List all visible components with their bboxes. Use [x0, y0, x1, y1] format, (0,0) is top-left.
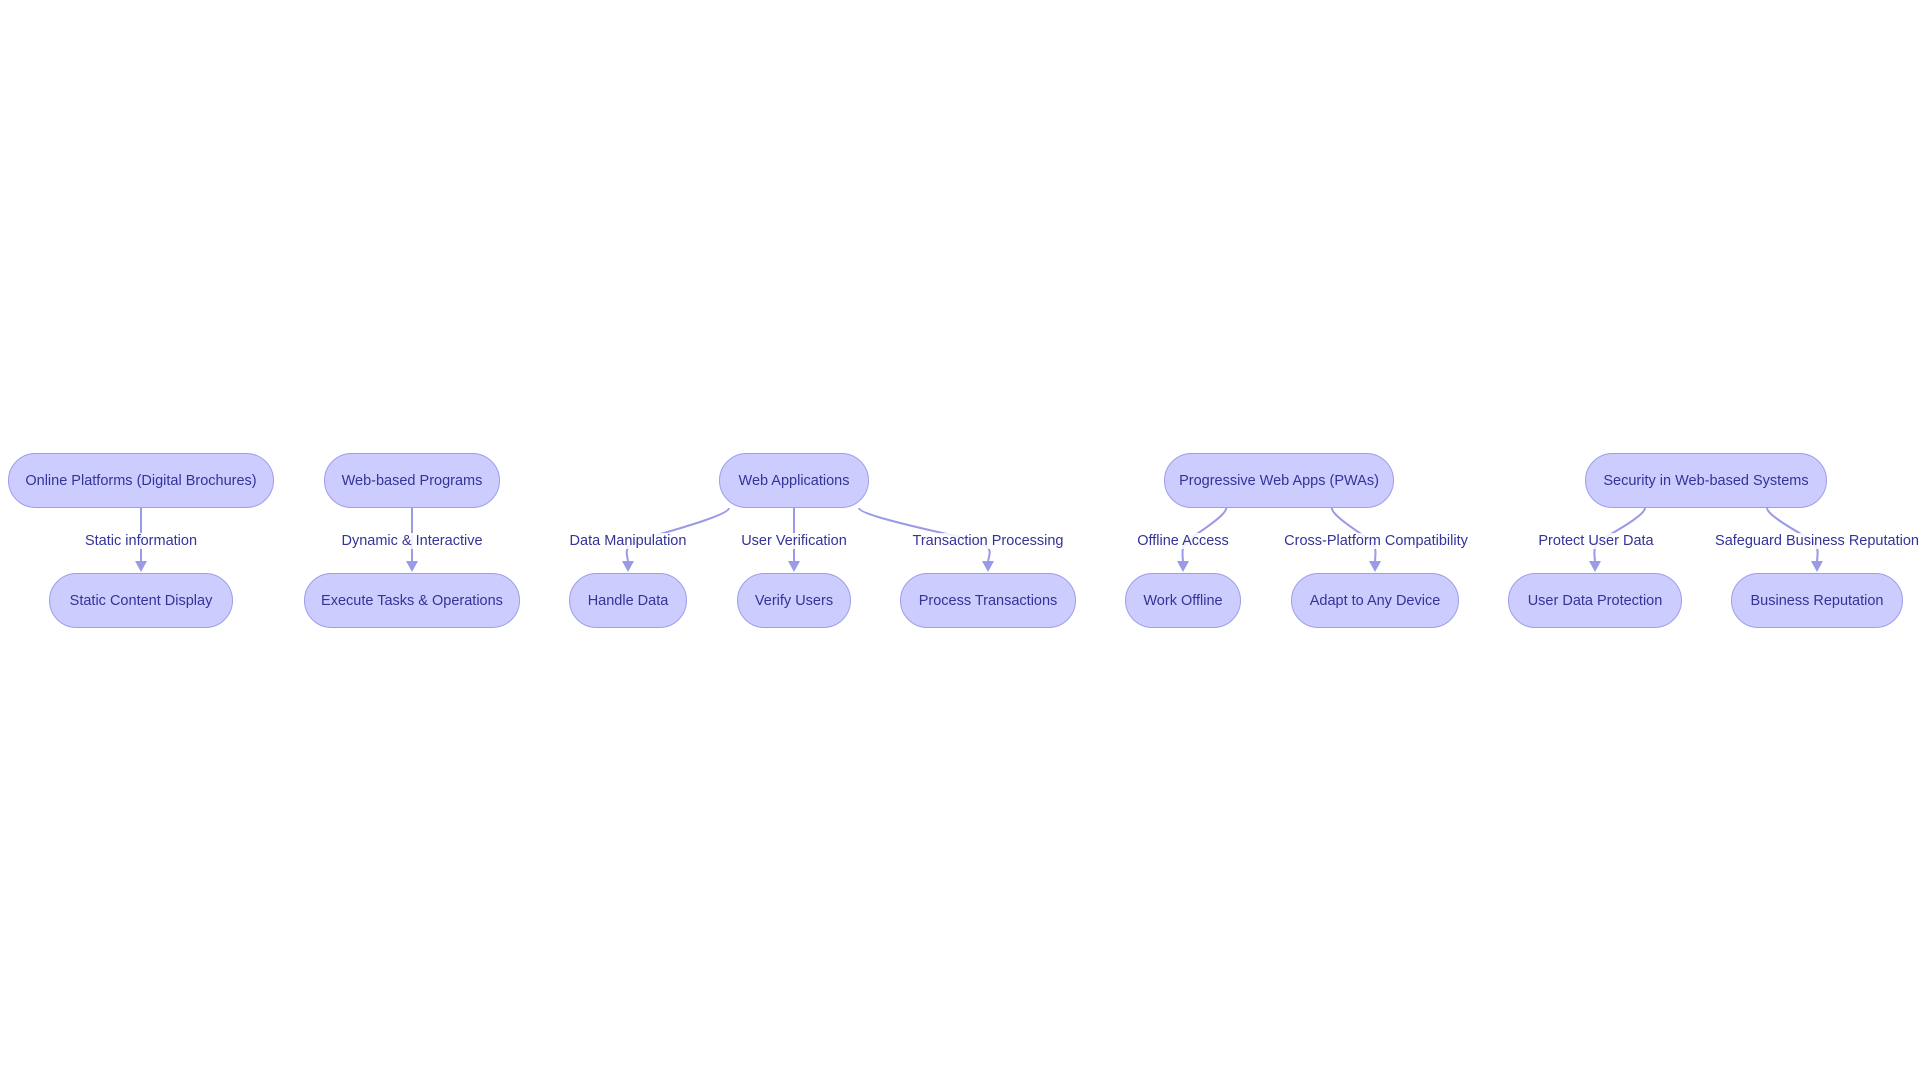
- arrowhead-icon: [982, 561, 994, 572]
- arrowhead-icon: [1177, 561, 1189, 572]
- node-label: User Data Protection: [1527, 592, 1663, 609]
- node-label: Business Reputation: [1750, 592, 1884, 609]
- node-label: Web Applications: [738, 472, 850, 489]
- node-pwas[interactable]: Progressive Web Apps (PWAs): [1164, 453, 1394, 508]
- node-security[interactable]: Security in Web-based Systems: [1585, 453, 1827, 508]
- node-online-platforms[interactable]: Online Platforms (Digital Brochures): [8, 453, 274, 508]
- arrowhead-icon: [1369, 561, 1381, 572]
- edge-label-static-information: Static information: [83, 533, 199, 549]
- node-label: Web-based Programs: [341, 472, 483, 489]
- arrowhead-icon: [622, 561, 634, 572]
- node-label: Handle Data: [587, 592, 669, 609]
- diagram-canvas: Online Platforms (Digital Brochures) Sta…: [0, 0, 1920, 1080]
- node-static-content-display[interactable]: Static Content Display: [49, 573, 233, 628]
- edge-label-user-verification: User Verification: [740, 533, 848, 549]
- node-verify-users[interactable]: Verify Users: [737, 573, 851, 628]
- edge-label-transaction-processing: Transaction Processing: [911, 533, 1065, 549]
- edge-label-protect-user-data: Protect User Data: [1537, 533, 1655, 549]
- node-label: Verify Users: [754, 592, 834, 609]
- node-business-reputation[interactable]: Business Reputation: [1731, 573, 1903, 628]
- arrowhead-icon: [1811, 561, 1823, 572]
- node-adapt-to-any-device[interactable]: Adapt to Any Device: [1291, 573, 1459, 628]
- edge-label-safeguard-reputation: Safeguard Business Reputation: [1714, 533, 1920, 549]
- node-label: Process Transactions: [918, 592, 1058, 609]
- node-label: Work Offline: [1143, 592, 1223, 609]
- node-label: Execute Tasks & Operations: [321, 592, 503, 609]
- node-label: Adapt to Any Device: [1309, 592, 1441, 609]
- arrowhead-icon: [788, 561, 800, 572]
- node-label: Online Platforms (Digital Brochures): [25, 472, 257, 489]
- node-web-applications[interactable]: Web Applications: [719, 453, 869, 508]
- edge-label-offline-access: Offline Access: [1136, 533, 1230, 549]
- node-user-data-protection[interactable]: User Data Protection: [1508, 573, 1682, 628]
- edge-label-dynamic-interactive: Dynamic & Interactive: [340, 533, 484, 549]
- edge-label-cross-platform: Cross-Platform Compatibility: [1283, 533, 1469, 549]
- node-label: Static Content Display: [69, 592, 213, 609]
- node-handle-data[interactable]: Handle Data: [569, 573, 687, 628]
- node-process-transactions[interactable]: Process Transactions: [900, 573, 1076, 628]
- node-work-offline[interactable]: Work Offline: [1125, 573, 1241, 628]
- node-web-based-programs[interactable]: Web-based Programs: [324, 453, 500, 508]
- edge-label-data-manipulation: Data Manipulation: [568, 533, 688, 549]
- arrowhead-icon: [406, 561, 418, 572]
- node-label: Security in Web-based Systems: [1603, 472, 1809, 489]
- arrowhead-icon: [135, 561, 147, 572]
- node-execute-tasks[interactable]: Execute Tasks & Operations: [304, 573, 520, 628]
- arrowhead-icon: [1589, 561, 1601, 572]
- node-label: Progressive Web Apps (PWAs): [1179, 472, 1379, 489]
